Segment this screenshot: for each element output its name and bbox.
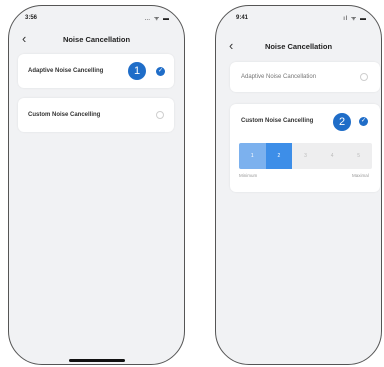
option-adaptive-noise-cancelling[interactable]: Adaptive Noise Cancelling ✓ xyxy=(18,54,174,88)
status-bar: 9:41 ıl ᯤ ▬ xyxy=(216,6,381,28)
check-icon[interactable]: ✓ xyxy=(156,67,165,76)
option-label: Custom Noise Cancelling xyxy=(28,112,101,118)
page-title: Noise Cancellation xyxy=(62,35,131,44)
radio-unselected-icon[interactable] xyxy=(360,73,368,81)
level-segment-5[interactable]: 5 xyxy=(345,143,372,169)
option-label: Adaptive Noise Cancelling xyxy=(28,68,104,74)
callout-badge-2: 2 xyxy=(333,113,351,131)
callout-badge-1: 1 xyxy=(128,62,146,80)
level-segment-4[interactable]: 4 xyxy=(319,143,346,169)
level-segment-1[interactable]: 1 xyxy=(239,143,266,169)
radio-unselected-icon[interactable] xyxy=(156,111,164,119)
noise-level-selector[interactable]: 1 2 3 4 5 xyxy=(239,143,372,169)
min-label: Minimum xyxy=(239,173,258,178)
level-segment-3[interactable]: 3 xyxy=(292,143,319,169)
status-icons: ıl ᯤ ▬ xyxy=(343,16,367,22)
nav-bar: ‹ Noise Cancellation xyxy=(9,28,184,54)
nav-bar: ‹ Noise Cancellation xyxy=(216,28,381,54)
check-icon[interactable]: ✓ xyxy=(359,117,368,126)
page-title: Noise Cancellation xyxy=(264,42,333,51)
status-time: 3:56 xyxy=(25,15,38,21)
option-adaptive-noise-cancellation[interactable]: Adaptive Noise Cancellation xyxy=(230,62,380,92)
status-time: 9:41 xyxy=(236,15,249,21)
level-segment-2[interactable]: 2 xyxy=(265,143,293,169)
option-label: Custom Noise Cancelling xyxy=(241,118,314,124)
option-label: Adaptive Noise Cancellation xyxy=(241,74,317,80)
option-custom-noise-cancelling[interactable]: Custom Noise Cancelling xyxy=(18,98,174,132)
home-indicator xyxy=(69,359,125,362)
status-icons: … ᯤ ▬ xyxy=(144,16,170,22)
max-label: Maximal xyxy=(352,173,369,178)
status-bar: 3:56 … ᯤ ▬ xyxy=(9,6,184,28)
